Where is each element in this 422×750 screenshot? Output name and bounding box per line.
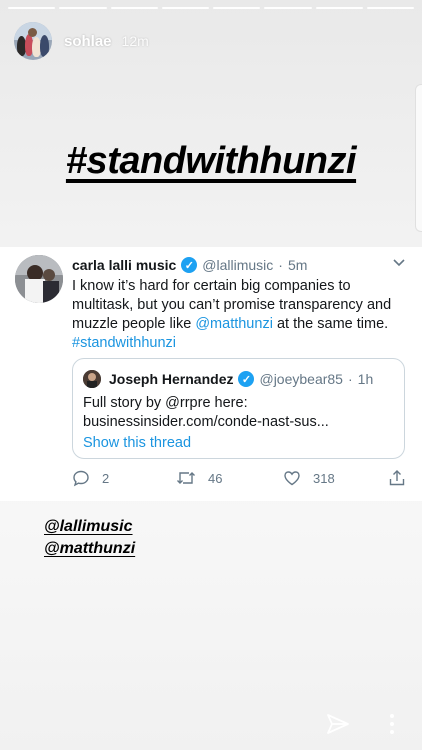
progress-segment [59, 7, 107, 9]
send-icon[interactable] [326, 712, 350, 741]
reply-action[interactable]: 2 [72, 469, 109, 487]
progress-segment [161, 7, 209, 9]
reply-count: 2 [102, 470, 110, 486]
quoted-text: Full story by @rrpre here: businessinsid… [83, 395, 329, 430]
hashtag-sticker[interactable]: #standwithhunzi [0, 140, 422, 183]
tweet-mention-link[interactable]: @matthunzi [195, 316, 273, 332]
quoted-author-row: Joseph Hernandez ✓ @joeybear85 · 1h [83, 370, 373, 388]
tweet-author-row: carla lalli music ✓ @lallimusic · 5m [72, 257, 307, 273]
share-action[interactable] [388, 469, 418, 487]
mention-sticker[interactable]: @lallimusic [44, 516, 135, 538]
share-icon [389, 470, 405, 486]
reply-icon [73, 470, 89, 487]
quoted-tweet[interactable]: Joseph Hernandez ✓ @joeybear85 · 1h Full… [72, 358, 405, 459]
chevron-down-icon[interactable] [392, 255, 406, 272]
story-username[interactable]: sohlae [64, 33, 112, 50]
story-timestamp: 12m [121, 33, 149, 49]
progress-segment [366, 7, 414, 9]
progress-segment [315, 7, 363, 9]
separator-dot: · [278, 257, 283, 273]
progress-segment [110, 7, 158, 9]
tweet-card[interactable]: carla lalli music ✓ @lallimusic · 5m I k… [0, 247, 422, 501]
heart-icon [284, 471, 300, 486]
tweet-hashtag-link[interactable]: #standwithhunzi [72, 335, 176, 351]
show-thread-link[interactable]: Show this thread [83, 435, 191, 451]
mention-stickers: @lallimusic @matthunzi [44, 516, 135, 560]
quoted-handle[interactable]: @joeybear85 [259, 371, 343, 387]
like-count: 318 [313, 470, 335, 486]
quoted-avatar [83, 370, 101, 388]
tweet-timestamp: 5m [287, 257, 308, 273]
tweet-avatar[interactable] [15, 255, 63, 303]
retweet-count: 46 [208, 470, 223, 486]
story-progress-bar [8, 7, 414, 9]
tweet-text-end: at the same time. [272, 316, 389, 332]
progress-segment [8, 7, 56, 9]
verified-badge-icon: ✓ [238, 371, 255, 387]
progress-segment [264, 7, 312, 9]
quoted-timestamp: 1h [357, 371, 374, 387]
tweet-handle[interactable]: @lallimusic [202, 257, 273, 273]
tweet-display-name[interactable]: carla lalli music [72, 257, 176, 273]
story-header: sohlae 12m [14, 22, 149, 60]
retweet-icon [177, 472, 195, 484]
like-action[interactable]: 318 [283, 469, 335, 487]
avatar[interactable] [14, 22, 52, 60]
separator-dot: · [347, 371, 353, 387]
quoted-display-name[interactable]: Joseph Hernandez [109, 371, 233, 387]
more-options-icon[interactable] [388, 712, 396, 741]
mention-sticker[interactable]: @matthunzi [44, 538, 135, 560]
verified-badge-icon: ✓ [181, 257, 198, 273]
tweet-text: I know it’s hard for certain big compani… [72, 277, 407, 353]
retweet-action[interactable]: 46 [176, 469, 222, 487]
story-footer [0, 700, 422, 750]
story-viewer: sohlae 12m #standwithhunzi carla lalli m… [0, 0, 422, 750]
progress-segment [213, 7, 261, 9]
tweet-actions: 2 46 318 [72, 469, 408, 489]
